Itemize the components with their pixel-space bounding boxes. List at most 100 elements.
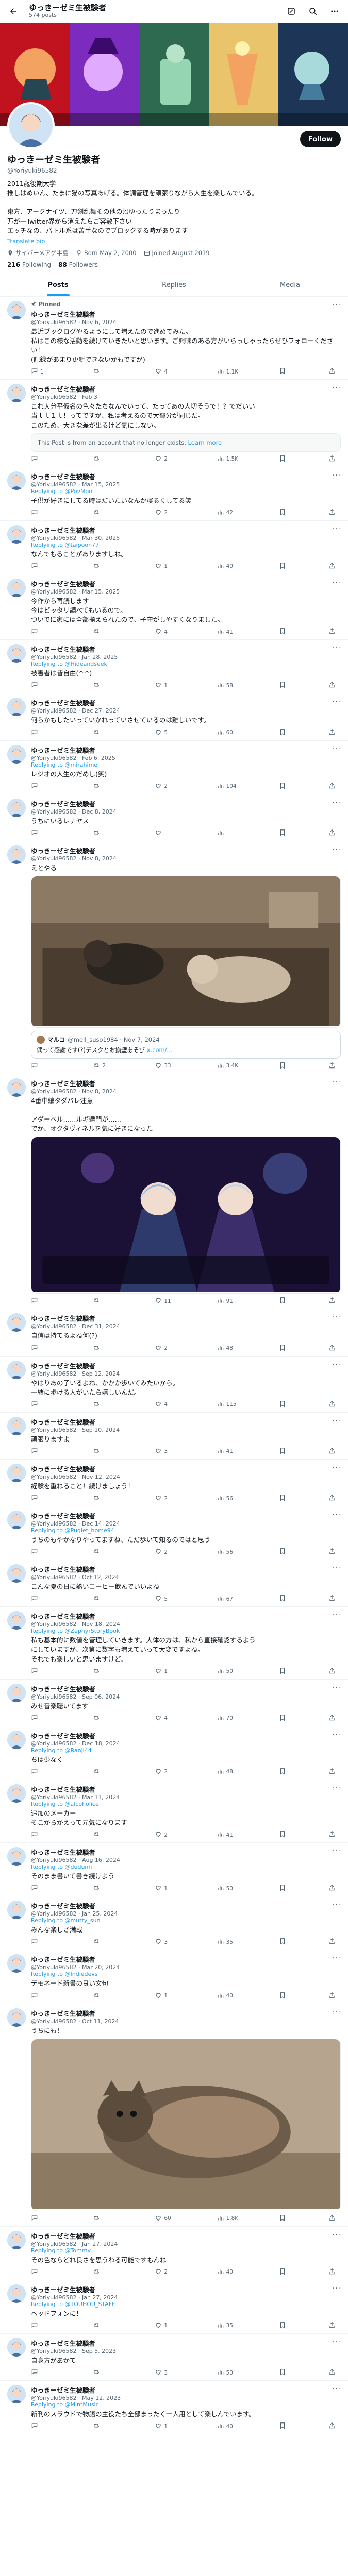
post-author-avatar[interactable] — [7, 744, 26, 764]
post[interactable]: ゆっきーゼミ生被験者 @Yoriyuki96582 · Nov 8, 2024 4番… — [0, 1074, 348, 1310]
views-button[interactable]: 115 — [217, 1400, 240, 1409]
post-more-icon[interactable]: ··· — [333, 2284, 341, 2293]
repost-button[interactable] — [93, 509, 115, 517]
share-button[interactable] — [328, 1831, 339, 1839]
post-author-name[interactable]: ゆっきーゼミ生被験者 — [31, 384, 341, 394]
like-button[interactable]: 3 — [155, 1938, 177, 1946]
post[interactable]: ゆっきーゼミ生被験者 @Yoriyuki96582 · Dec 14, 2024 R… — [0, 1506, 348, 1561]
views-button[interactable]: 1.8K — [217, 2214, 240, 2223]
views-button[interactable]: 60 — [217, 728, 240, 737]
repost-button[interactable] — [93, 628, 115, 636]
share-button[interactable] — [328, 1768, 339, 1776]
share-button[interactable] — [328, 829, 339, 838]
share-button[interactable] — [328, 455, 339, 464]
share-button[interactable] — [328, 1714, 339, 1723]
repost-button[interactable] — [93, 367, 115, 376]
reply-button[interactable] — [31, 1768, 54, 1776]
like-button[interactable]: 60 — [155, 2214, 177, 2223]
post-author-avatar[interactable] — [7, 2008, 26, 2027]
post-author-avatar[interactable] — [7, 1416, 26, 1435]
share-button[interactable] — [328, 1344, 339, 1353]
views-button[interactable]: 67 — [217, 1595, 240, 1603]
bookmark-button[interactable] — [279, 1494, 289, 1503]
like-button[interactable]: 2 — [155, 782, 177, 791]
repost-button[interactable] — [93, 681, 115, 690]
views-button[interactable] — [217, 829, 240, 838]
like-button[interactable]: 2 — [155, 1768, 177, 1776]
like-button[interactable]: 3 — [155, 2368, 177, 2377]
post-more-icon[interactable]: ··· — [333, 1847, 341, 1855]
bookmark-button[interactable] — [279, 455, 289, 464]
reply-button[interactable] — [31, 1667, 54, 1676]
like-button[interactable]: 2 — [155, 1831, 177, 1839]
replying-to-link[interactable]: Replying to @ZephyrStoryBook — [31, 1628, 120, 1634]
replying-to-link[interactable]: Replying to @Hideandseek — [31, 660, 107, 667]
post-more-icon[interactable]: ··· — [333, 301, 341, 309]
post-author-avatar[interactable] — [7, 1683, 26, 1702]
post[interactable]: ゆっきーゼミ生被験者 @Yoriyuki96582 · Dec 18, 2024 R… — [0, 1726, 348, 1780]
post-author-name[interactable]: ゆっきーゼミ生被験者 — [31, 2008, 341, 2018]
post-author-avatar[interactable] — [7, 1730, 26, 1749]
reply-button[interactable] — [31, 1831, 54, 1839]
views-button[interactable]: 50 — [217, 1667, 240, 1676]
repost-button[interactable] — [93, 1831, 115, 1839]
views-button[interactable]: 40 — [217, 562, 240, 571]
post-author-avatar[interactable] — [7, 471, 26, 490]
post[interactable]: ゆっきーゼミ生被験者 @Yoriyuki96582 · Oct 11, 2024 う… — [0, 2004, 348, 2227]
share-button[interactable] — [328, 1595, 339, 1603]
replying-to-link[interactable]: Replying to @MintMusic — [31, 2401, 99, 2408]
post-more-icon[interactable]: ··· — [333, 525, 341, 533]
views-button[interactable]: 3.4K — [217, 1062, 240, 1071]
share-button[interactable] — [328, 2422, 339, 2431]
replying-to-link[interactable]: Replying to @PovMon — [31, 488, 92, 495]
post-more-icon[interactable]: ··· — [333, 579, 341, 587]
post-author-name[interactable]: ゆっきーゼミ生被験者 — [31, 745, 341, 755]
repost-button[interactable] — [93, 1494, 115, 1503]
reply-button[interactable] — [31, 1938, 54, 1946]
repost-button[interactable] — [93, 2268, 115, 2277]
post[interactable]: ゆっきーゼミ生被験者 @Yoriyuki96582 · Dec 27, 2024 何… — [0, 693, 348, 741]
post-author-name[interactable]: ゆっきーゼミ生被験者 — [31, 845, 341, 855]
post-author-avatar[interactable] — [7, 1901, 26, 1920]
share-button[interactable] — [328, 1447, 339, 1456]
post-author-avatar[interactable] — [7, 1847, 26, 1866]
repost-button[interactable] — [93, 1400, 115, 1409]
views-button[interactable]: 40 — [217, 2422, 240, 2431]
post-author-name[interactable]: ゆっきーゼミ生被験者 — [31, 579, 341, 588]
views-button[interactable]: 41 — [217, 1831, 240, 1839]
reply-button[interactable] — [31, 782, 54, 791]
share-button[interactable] — [328, 2268, 339, 2277]
bookmark-button[interactable] — [279, 2368, 289, 2377]
post-author-name[interactable]: ゆっきーゼミ生被験者 — [31, 471, 341, 481]
post-author-name[interactable]: ゆっきーゼミ生被験者 — [31, 1847, 341, 1857]
share-button[interactable] — [328, 1297, 339, 1306]
bookmark-button[interactable] — [279, 562, 289, 571]
tab-posts[interactable]: Posts — [0, 275, 116, 296]
reply-button[interactable] — [31, 1494, 54, 1503]
post[interactable]: ゆっきーゼミ生被験者 @Yoriyuki96582 · Mar 30, 2025 R… — [0, 521, 348, 574]
post-author-name[interactable]: ゆっきーゼミ生被験者 — [31, 525, 341, 535]
post-more-icon[interactable]: ··· — [333, 1901, 341, 1909]
post[interactable]: ゆっきーゼミ生被験者 @Yoriyuki96582 · Nov 12, 2024 経… — [0, 1460, 348, 1506]
views-button[interactable]: 35 — [217, 1938, 240, 1946]
post-author-avatar[interactable] — [7, 2337, 26, 2357]
reply-button[interactable] — [31, 1297, 54, 1306]
post-author-name[interactable]: ゆっきーゼミ生被験者 — [31, 1361, 341, 1370]
like-button[interactable]: 1 — [155, 1884, 177, 1893]
reply-button[interactable] — [31, 1714, 54, 1723]
like-button[interactable]: 2 — [155, 1548, 177, 1556]
repost-button[interactable] — [93, 728, 115, 737]
repost-button[interactable] — [93, 562, 115, 571]
like-button[interactable] — [155, 829, 177, 838]
post[interactable]: ゆっきーゼミ生被験者 @Yoriyuki96582 · Sep 10, 2024 頑… — [0, 1413, 348, 1460]
post[interactable]: ゆっきーゼミ生被験者 @Yoriyuki96582 · Mar 15, 2025 今… — [0, 574, 348, 640]
post-author-name[interactable]: ゆっきーゼミ生被験者 — [31, 1901, 341, 1910]
repost-button[interactable] — [93, 1344, 115, 1353]
bookmark-button[interactable] — [279, 2321, 289, 2330]
post[interactable]: ゆっきーゼミ生被験者 @Yoriyuki96582 · Feb 6, 2025 Re… — [0, 741, 348, 794]
views-button[interactable]: 48 — [217, 1344, 240, 1353]
post[interactable]: Pinned ゆっきーゼミ生被験者 @Yoriyuki96582 · Nov 6, … — [0, 297, 348, 380]
repost-button[interactable] — [93, 1884, 115, 1893]
post-more-icon[interactable]: ··· — [333, 1361, 341, 1369]
replying-to-link[interactable]: Replying to @alcoholice — [31, 1801, 99, 1807]
